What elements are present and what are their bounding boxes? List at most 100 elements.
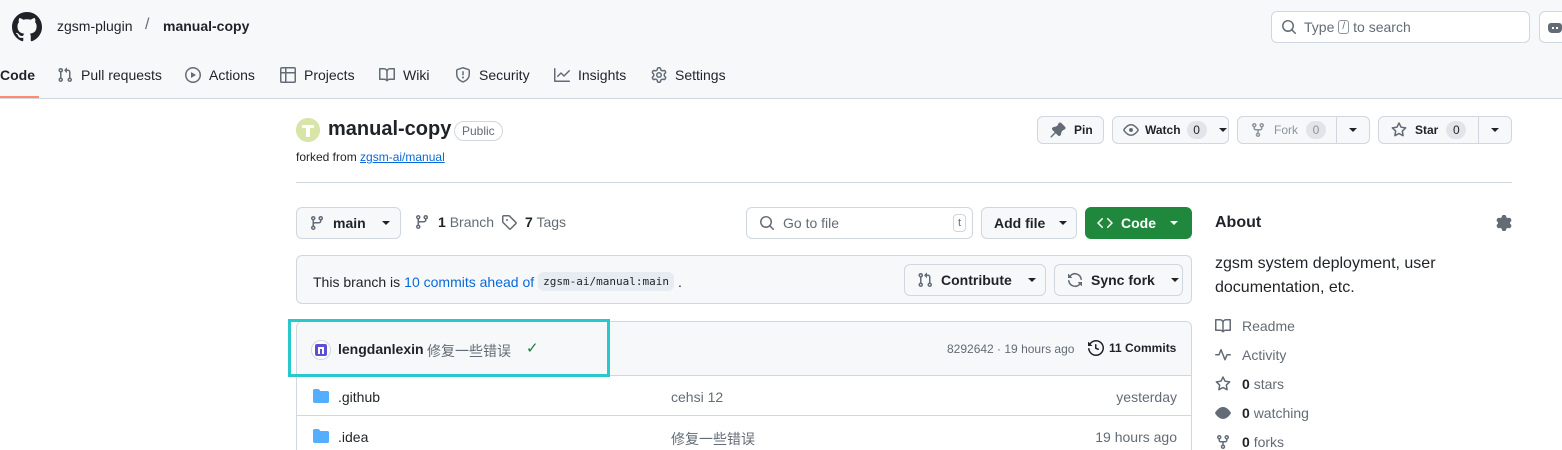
- banner-suffix: .: [677, 273, 682, 290]
- eye-icon: [1215, 407, 1231, 419]
- star-button[interactable]: Star 0: [1379, 117, 1480, 143]
- watch-count: 0: [1186, 121, 1207, 139]
- tab-projects[interactable]: Projects: [280, 66, 355, 84]
- branch-icon: [415, 215, 428, 230]
- pin-button[interactable]: Pin: [1037, 116, 1104, 144]
- breadcrumb-repo[interactable]: manual-copy: [163, 18, 249, 34]
- fork-button-group: Fork 0: [1237, 116, 1370, 144]
- star-icon: [1215, 376, 1231, 391]
- header-divider: [296, 182, 1512, 183]
- star-dropdown-button[interactable]: [1479, 117, 1511, 143]
- fork-dropdown-button[interactable]: [1337, 117, 1369, 143]
- file-name[interactable]: .idea: [338, 429, 368, 445]
- branch-selector[interactable]: main: [296, 207, 401, 239]
- file-time: yesterday: [1116, 389, 1177, 405]
- tab-wiki[interactable]: Wiki: [379, 66, 429, 84]
- table-row[interactable]: .idea 修复一些错误 19 hours ago: [297, 416, 1191, 450]
- highlight-box: [288, 319, 610, 377]
- branches-link[interactable]: 1 Branch: [414, 214, 494, 230]
- tab-actions[interactable]: Actions: [185, 66, 255, 84]
- tab-actions-label: Actions: [209, 67, 255, 83]
- fork-button[interactable]: Fork 0: [1238, 117, 1338, 143]
- about-title: About: [1215, 214, 1262, 231]
- watching-link[interactable]: 0 watching: [1215, 405, 1309, 421]
- tab-insights-label: Insights: [578, 67, 627, 83]
- chevron-down-icon: [1170, 221, 1178, 225]
- code-button-label: Code: [1121, 215, 1156, 231]
- fork-status-banner: This branch is 10 commits ahead of zgsm-…: [296, 255, 1192, 304]
- tab-security[interactable]: Security: [455, 66, 530, 84]
- tag-count: 7: [525, 214, 533, 230]
- add-file-button[interactable]: Add file: [981, 207, 1077, 239]
- file-time: 19 hours ago: [1095, 429, 1177, 445]
- forked-from: forked from zgsm-ai/manual: [296, 150, 445, 164]
- activity-link[interactable]: Activity: [1215, 347, 1286, 363]
- commits-ahead-link[interactable]: 10 commits ahead of: [404, 274, 534, 290]
- readme-label: Readme: [1242, 318, 1295, 334]
- file-commit-message[interactable]: 修复一些错误: [671, 429, 755, 449]
- about-description: zgsm system deployment, user documentati…: [1215, 255, 1436, 296]
- table-icon: [280, 67, 296, 83]
- play-icon: [185, 67, 201, 83]
- github-logo-icon[interactable]: [12, 12, 42, 42]
- watch-button[interactable]: Watch 0: [1112, 116, 1229, 144]
- tab-settings[interactable]: Settings: [651, 66, 726, 84]
- banner-prefix: This branch is: [313, 273, 401, 290]
- go-to-file-input[interactable]: Go to file t: [746, 207, 973, 239]
- search-icon: [760, 216, 775, 231]
- sync-icon: [1068, 273, 1082, 287]
- forks-label: forks: [1253, 434, 1285, 450]
- tab-pull-requests[interactable]: Pull requests: [57, 66, 162, 84]
- gear-icon[interactable]: [1496, 215, 1512, 231]
- history-icon: [1088, 340, 1104, 356]
- tab-projects-label: Projects: [304, 67, 355, 83]
- pulse-icon: [1215, 349, 1231, 361]
- search-shortcut-key: /: [1338, 20, 1350, 34]
- branch-count: 1: [438, 214, 446, 230]
- fork-label: Fork: [1274, 123, 1298, 137]
- forks-count: 0: [1242, 434, 1250, 450]
- table-row[interactable]: .github cehsi 12 yesterday: [297, 376, 1191, 416]
- repo-title[interactable]: manual-copy: [328, 118, 451, 141]
- breadcrumb-owner[interactable]: zgsm-plugin: [57, 18, 132, 34]
- graph-icon: [554, 68, 570, 82]
- commits-count-label: 11 Commits: [1109, 341, 1177, 355]
- forks-link[interactable]: 0 forks: [1215, 434, 1284, 450]
- chevron-down-icon: [381, 221, 390, 225]
- commits-link[interactable]: 11 Commits: [1088, 340, 1176, 356]
- tab-pull-requests-label: Pull requests: [81, 67, 162, 83]
- fork-count: 0: [1306, 121, 1326, 139]
- code-button[interactable]: Code: [1085, 207, 1192, 239]
- star-label: Star: [1415, 123, 1439, 137]
- branch-label: Branch: [449, 214, 495, 230]
- sync-fork-button[interactable]: Sync fork: [1054, 264, 1183, 296]
- tab-security-label: Security: [479, 67, 530, 83]
- readme-link[interactable]: Readme: [1215, 318, 1295, 334]
- gear-icon: [651, 67, 667, 83]
- star-count: 0: [1446, 121, 1467, 139]
- forked-source-link[interactable]: zgsm-ai/manual: [360, 150, 445, 164]
- tab-code[interactable]: Code: [0, 66, 35, 84]
- copilot-icon[interactable]: [1539, 11, 1562, 43]
- forked-prefix: forked from: [296, 150, 357, 164]
- chevron-down-icon: [1170, 278, 1179, 282]
- file-name[interactable]: .github: [338, 389, 380, 405]
- stars-link[interactable]: 0 stars: [1215, 376, 1284, 392]
- watch-label: Watch: [1145, 123, 1181, 137]
- eye-icon: [1123, 124, 1139, 136]
- contribute-label: Contribute: [941, 272, 1012, 288]
- search-input[interactable]: Type / to search: [1271, 11, 1530, 43]
- tab-wiki-label: Wiki: [403, 67, 430, 83]
- tab-insights[interactable]: Insights: [554, 66, 626, 84]
- book-icon: [379, 67, 395, 82]
- pull-request-icon: [58, 67, 73, 83]
- owner-avatar[interactable]: [296, 118, 320, 142]
- file-commit-message[interactable]: cehsi 12: [671, 389, 723, 405]
- star-icon: [1391, 122, 1407, 137]
- tags-link[interactable]: 7 Tags: [501, 214, 566, 230]
- contribute-button[interactable]: Contribute: [904, 264, 1046, 296]
- chevron-down-icon: [1491, 128, 1500, 132]
- commit-hash-time[interactable]: 8292642 · 19 hours ago: [947, 342, 1074, 356]
- breadcrumb-separator: /: [145, 16, 150, 33]
- watching-count: 0: [1242, 405, 1250, 421]
